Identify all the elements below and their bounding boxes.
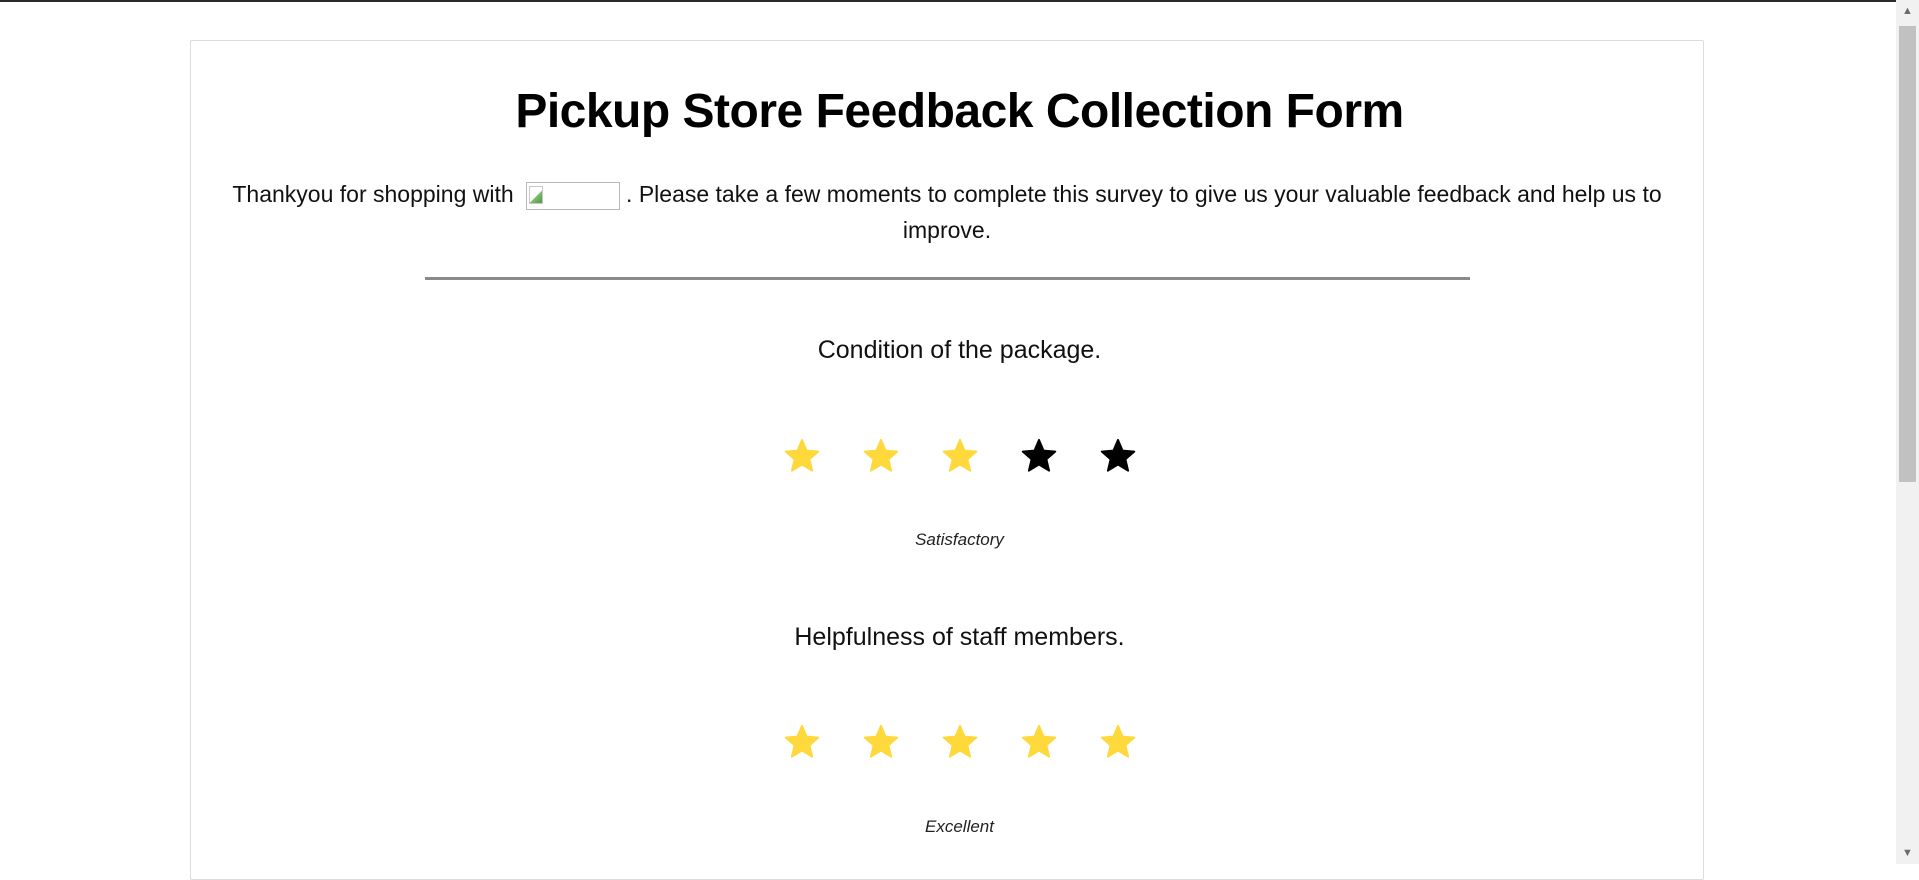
rating-stars-staff [0, 723, 1919, 763]
arrow-up-icon[interactable]: ▲ [1896, 0, 1919, 22]
star-icon[interactable] [1020, 723, 1058, 761]
star-icon[interactable] [1099, 437, 1137, 475]
star-icon[interactable] [862, 723, 900, 761]
broken-image-icon [529, 185, 544, 204]
question-package-condition: Condition of the package. [817, 336, 1102, 364]
star-icon[interactable] [941, 723, 979, 761]
rating-label-staff: Excellent [925, 817, 994, 836]
arrow-down-icon[interactable]: ▼ [1896, 842, 1919, 864]
star-icon[interactable] [1099, 723, 1137, 761]
section-divider [425, 277, 1470, 280]
rating-label-package: Satisfactory [915, 530, 1004, 549]
star-icon[interactable] [783, 437, 821, 475]
top-border [0, 0, 1919, 2]
store-logo-image [526, 181, 621, 210]
star-icon[interactable] [1020, 437, 1058, 475]
vertical-scrollbar[interactable]: ▲ ▼ [1896, 0, 1919, 864]
star-icon[interactable] [783, 723, 821, 761]
rating-stars-package [0, 437, 1919, 477]
star-icon[interactable] [862, 437, 900, 475]
star-icon[interactable] [941, 437, 979, 475]
intro-before: Thankyou for shopping with [232, 181, 514, 207]
page-title: Pickup Store Feedback Collection Form [515, 85, 1404, 138]
intro-text: Thankyou for shopping with . Please take… [222, 176, 1672, 248]
scrollbar-thumb[interactable] [1899, 26, 1916, 482]
question-staff-helpfulness: Helpfulness of staff members. [794, 623, 1125, 651]
intro-after: . Please take a few moments to complete … [626, 181, 1662, 243]
